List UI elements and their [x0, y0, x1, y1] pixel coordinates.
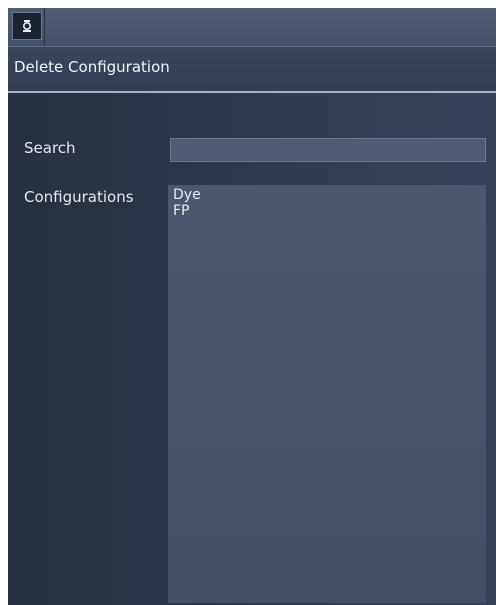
panel-title: Delete Configuration [14, 58, 170, 76]
search-label: Search [24, 139, 76, 157]
top-toolbar [8, 8, 496, 47]
app-menu-button[interactable] [12, 12, 42, 40]
panel-header: Delete Configuration [8, 47, 496, 93]
configurations-list[interactable]: Dye FP [168, 185, 486, 603]
delete-configuration-panel: Delete Configuration Search Configuratio… [8, 8, 496, 605]
list-item[interactable]: FP [168, 203, 486, 219]
toolbar-separator [44, 8, 45, 46]
microscope-icon [22, 20, 32, 32]
configurations-label: Configurations [24, 188, 134, 206]
list-item[interactable]: Dye [168, 187, 486, 203]
panel-body: Search Configurations Dye FP [8, 93, 496, 605]
search-input[interactable] [170, 138, 486, 162]
